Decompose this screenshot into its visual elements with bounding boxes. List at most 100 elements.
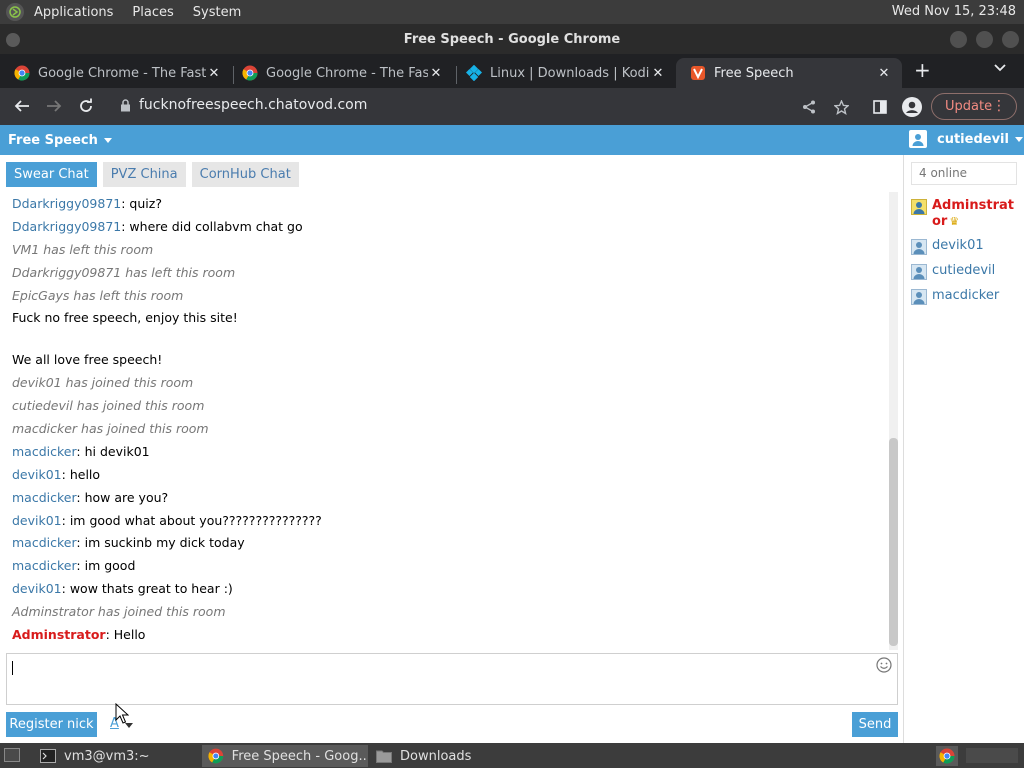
message-nick[interactable]: devik01: [12, 581, 62, 596]
reload-button[interactable]: [75, 96, 97, 116]
window-menu-icon[interactable]: [6, 33, 20, 47]
online-count: 4 online: [911, 162, 1017, 185]
forward-button[interactable]: [43, 96, 65, 116]
tab-free-speech[interactable]: Free Speech ✕: [676, 58, 902, 88]
taskbar-label: Free Speech - Goog...: [231, 748, 368, 764]
profile-button[interactable]: [902, 97, 922, 117]
user-icon: [909, 130, 927, 148]
window-title: Free Speech - Google Chrome: [403, 31, 621, 47]
tab-label: Google Chrome - The Fast &: [266, 65, 428, 81]
star-icon: [833, 99, 849, 115]
room-tab-cornhub-chat[interactable]: CornHub Chat: [191, 162, 299, 187]
site-brand: Free Speech: [8, 133, 98, 148]
minimize-button[interactable]: [950, 31, 967, 48]
message-text: We all love free speech!: [12, 352, 163, 368]
tab-label: Google Chrome - The Fast &: [38, 65, 206, 81]
taskbar-item-terminal[interactable]: vm3@vm3:~: [34, 745, 199, 767]
taskbar-label: Downloads: [400, 748, 472, 764]
applications-menu[interactable]: Applications: [34, 5, 113, 20]
tab-chrome-2[interactable]: Google Chrome - The Fast & ✕: [228, 58, 454, 88]
browser-toolbar: fucknofreespeech.chatovod.com Update ⋮: [0, 88, 1024, 125]
user-list-item[interactable]: Adminstrator ♛: [911, 198, 1019, 230]
send-button[interactable]: Send: [852, 712, 898, 737]
message-nick[interactable]: devik01: [12, 513, 62, 528]
system-menu[interactable]: System: [193, 5, 241, 20]
workspace-switcher[interactable]: [966, 748, 1018, 763]
close-tab-icon[interactable]: ✕: [650, 66, 666, 81]
new-tab-button[interactable]: +: [914, 60, 931, 80]
smiley-icon[interactable]: [876, 657, 892, 673]
window-titlebar[interactable]: Free Speech - Google Chrome: [0, 24, 1024, 54]
message-text: : wow thats great to hear :): [61, 581, 233, 597]
share-button[interactable]: [799, 97, 819, 117]
taskbar-item-downloads[interactable]: Downloads: [370, 745, 530, 767]
message-nick[interactable]: macdicker: [12, 490, 76, 505]
message-nick[interactable]: Adminstrator: [12, 627, 106, 642]
site-menu[interactable]: Free Speech: [8, 133, 112, 148]
message-nick[interactable]: Ddarkriggy09871: [12, 219, 121, 234]
system-message: cutiedevil has joined this room: [12, 395, 882, 418]
register-nick-button[interactable]: Register nick: [6, 712, 97, 737]
bookmark-button[interactable]: [831, 97, 851, 117]
sidebar-divider: [903, 155, 904, 743]
close-window-button[interactable]: [1002, 31, 1019, 48]
maximize-button[interactable]: [976, 31, 993, 48]
message-text: VM1 has left this room: [12, 241, 154, 257]
message-nick[interactable]: macdicker: [12, 535, 76, 550]
message-nick[interactable]: macdicker: [12, 558, 76, 573]
tab-search-chevron-icon[interactable]: [994, 64, 1006, 72]
room-tabs: Swear Chat PVZ China CornHub Chat: [6, 162, 305, 187]
tab-chrome-1[interactable]: Google Chrome - The Fast & ✕: [0, 58, 232, 88]
message-text: devik01 has joined this room: [12, 375, 194, 391]
dropdown-caret-icon: [1014, 136, 1023, 142]
user-list-item[interactable]: devik01: [911, 238, 1019, 255]
user-avatar-icon: [911, 199, 927, 215]
admin-crown-icon: ♛: [949, 215, 960, 228]
close-tab-icon[interactable]: ✕: [876, 66, 892, 81]
more-menu-icon[interactable]: ⋮: [992, 99, 1006, 113]
tab-kodi[interactable]: Linux | Downloads | Kodi ✕: [452, 58, 676, 88]
user-list-item[interactable]: cutiedevil: [911, 263, 1019, 280]
room-tab-swear-chat[interactable]: Swear Chat: [6, 162, 97, 187]
distro-logo-icon[interactable]: [6, 3, 24, 21]
side-panel-button[interactable]: [870, 97, 890, 117]
message-nick[interactable]: Ddarkriggy09871: [12, 196, 121, 211]
message-list: Ddarkriggy09871: quiz? Ddarkriggy09871: w…: [12, 193, 882, 647]
system-message: Adminstrator has joined this room: [12, 601, 882, 624]
taskbar-item-chrome[interactable]: Free Speech - Goog...: [202, 745, 368, 767]
tab-label: Free Speech: [714, 65, 794, 81]
user-menu[interactable]: cutiedevil: [909, 130, 1023, 148]
lock-icon[interactable]: [120, 98, 131, 112]
taskbar: vm3@vm3:~ Free Speech - Goog... Download…: [0, 743, 1024, 768]
back-button[interactable]: [11, 96, 33, 116]
places-menu[interactable]: Places: [132, 5, 173, 20]
system-message: devik01 has joined this room: [12, 372, 882, 395]
clock[interactable]: Wed Nov 15, 23:48: [892, 4, 1016, 19]
system-message: Ddarkriggy09871 has left this room: [12, 262, 882, 285]
message-text: Ddarkriggy09871 has left this room: [12, 264, 236, 280]
room-tab-pvz-china[interactable]: PVZ China: [102, 162, 186, 187]
user-list-item[interactable]: macdicker: [911, 288, 1019, 305]
chat-message: devik01: im good what about you?????????…: [12, 510, 882, 533]
close-tab-icon[interactable]: ✕: [428, 66, 444, 81]
message-text: cutiedevil has joined this room: [12, 398, 205, 414]
tab-label: Linux | Downloads | Kodi: [490, 65, 650, 81]
chrome-icon: [242, 65, 258, 81]
system-message: macdicker has joined this room: [12, 418, 882, 441]
user-name-text: cutiedevil: [932, 263, 996, 278]
user-name-text: devik01: [932, 238, 984, 253]
scrollbar-thumb[interactable]: [889, 438, 898, 646]
message-nick[interactable]: macdicker: [12, 444, 76, 459]
user-avatar-icon: [911, 289, 927, 305]
update-button[interactable]: Update ⋮: [931, 93, 1017, 120]
back-arrow-icon: [14, 100, 29, 112]
message-nick[interactable]: devik01: [12, 467, 62, 482]
show-desktop-icon[interactable]: [4, 748, 20, 762]
message-input[interactable]: [6, 653, 898, 705]
terminal-icon: [40, 749, 56, 763]
close-tab-icon[interactable]: ✕: [206, 66, 222, 81]
tray-chrome-button[interactable]: [936, 746, 958, 766]
message-text: : where did collabvm chat go: [121, 218, 303, 234]
address-bar[interactable]: fucknofreespeech.chatovod.com: [120, 97, 367, 113]
chat-message: macdicker: im good: [12, 555, 882, 578]
